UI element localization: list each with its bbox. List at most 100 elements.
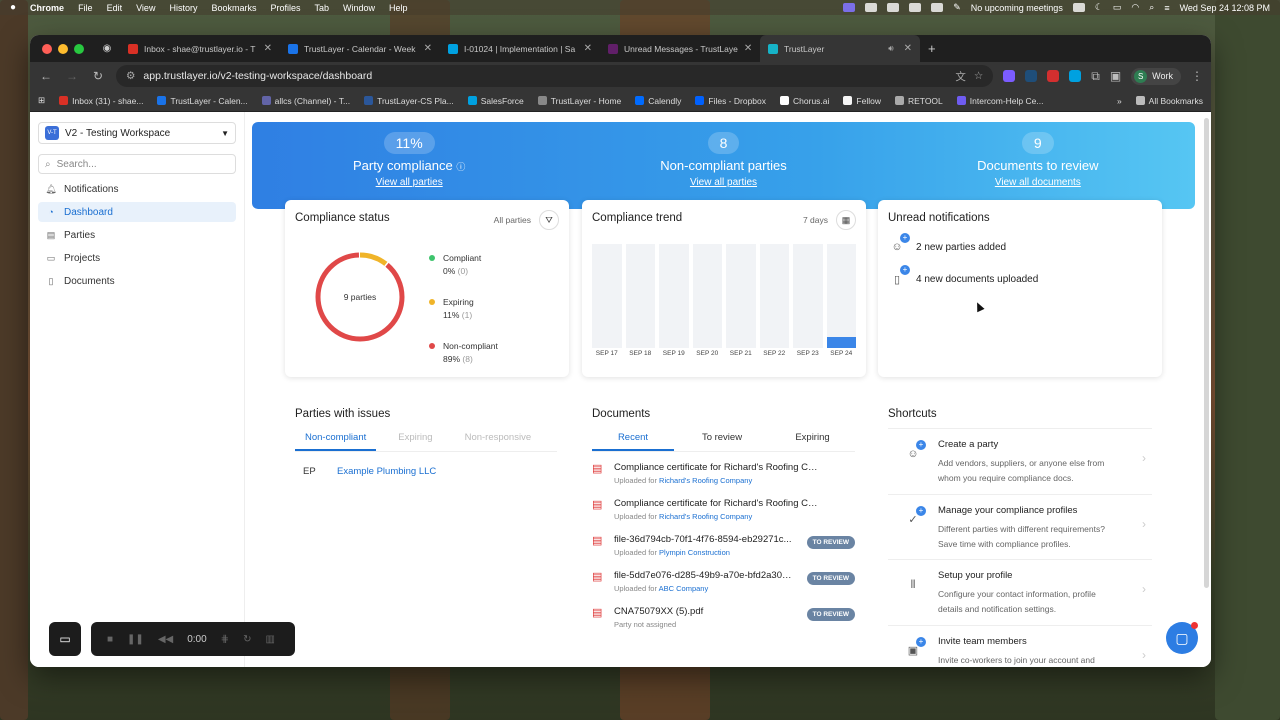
trend-bar-column[interactable] (759, 244, 789, 348)
search-icon[interactable]: ⌕ (1149, 2, 1154, 13)
document-party-link[interactable]: Richard's Roofing Company (659, 512, 752, 521)
workspace-selector[interactable]: V-T V2 - Testing Workspace ▼ (38, 122, 236, 144)
close-tab-icon[interactable]: ✕ (264, 43, 272, 54)
bookmark-item[interactable]: Files - Dropbox (695, 96, 766, 106)
search-input[interactable]: ⌕ Search... (38, 154, 236, 174)
status-app-icon[interactable] (887, 3, 900, 12)
to-review-badge[interactable]: TO REVIEW (806, 608, 855, 621)
menubar-tab[interactable]: Tab (315, 3, 330, 13)
tab-non-compliant[interactable]: Non-compliant (295, 428, 377, 451)
trend-bar-column[interactable] (592, 244, 622, 348)
view-all-parties-link[interactable]: View all parties (252, 177, 566, 188)
screen-record-icon[interactable] (843, 3, 856, 12)
tab-expiring[interactable]: Expiring (770, 428, 855, 451)
shortcut-invite-team[interactable]: ▣ + Invite team members Invite co-workers… (888, 626, 1152, 668)
close-tab-icon[interactable]: ✕ (744, 43, 752, 54)
all-bookmarks[interactable]: All Bookmarks (1135, 96, 1203, 106)
browser-tab[interactable]: TrustLayer - Calendar - Week ✕ (280, 35, 440, 62)
browser-tab[interactable]: Unread Messages - TrustLaye ✕ (600, 35, 760, 62)
meetings-status[interactable]: No upcoming meetings (971, 3, 1063, 13)
trash-icon[interactable]: ▥ (265, 634, 274, 645)
status-app-icon[interactable] (909, 3, 922, 12)
trend-bar-column[interactable] (826, 244, 856, 348)
view-all-parties-link[interactable]: View all parties (566, 177, 880, 188)
document-name[interactable]: file-5dd7e076-d285-49b9-a70e-bfd2a30d... (614, 570, 794, 581)
bookmark-item[interactable]: Intercom-Help Ce... (956, 96, 1043, 106)
menubar-edit[interactable]: Edit (107, 3, 123, 13)
status-app-icon[interactable] (865, 3, 878, 12)
status-app-icon[interactable] (931, 3, 944, 12)
to-review-badge[interactable]: TO REVIEW (806, 572, 855, 585)
tab-non-responsive[interactable]: Non-responsive (455, 428, 542, 451)
bookmark-item[interactable]: allcs (Channel) - T... (261, 96, 350, 106)
restart-icon[interactable]: ↻ (243, 634, 251, 645)
sidebar-item-projects[interactable]: ▭ Projects (38, 248, 236, 268)
document-name[interactable]: file-36d794cb-70f1-4f76-8594-eb29271c... (614, 534, 794, 545)
view-all-documents-link[interactable]: View all documents (881, 177, 1195, 188)
url-text[interactable]: app.trustlayer.io/v2-testing-workspace/d… (143, 70, 372, 82)
extensions-puzzle-icon[interactable]: ⧉ (1091, 69, 1100, 84)
tab-to-review[interactable]: To review (674, 428, 770, 451)
apps-grid-icon[interactable]: ⊞ (38, 95, 45, 106)
shortcut-create-party[interactable]: ☺ + Create a party Add vendors, suppliers… (888, 429, 1152, 495)
sidebar-item-dashboard[interactable]: ◔ Dashboard (38, 202, 236, 222)
menubar-file[interactable]: File (78, 3, 93, 13)
tab-recent[interactable]: Recent (592, 428, 674, 451)
shortcut-setup-profile[interactable]: ⦀ Setup your profile Configure your cont… (888, 560, 1152, 626)
bookmark-item[interactable]: TrustLayer-CS Pla... (364, 96, 454, 106)
camera-button[interactable]: ▭ (49, 622, 81, 656)
site-info-icon[interactable]: ⚙ (126, 70, 135, 82)
address-bar[interactable]: ⚙ app.trustlayer.io/v2-testing-workspace… (116, 65, 994, 87)
notification-item[interactable]: ▯ + 4 new documents uploaded (888, 265, 1152, 288)
profile-button[interactable]: S Work (1131, 67, 1181, 85)
page-scrollbar[interactable] (1204, 118, 1209, 588)
moon-icon[interactable]: ☾ (1095, 2, 1103, 13)
trend-bar-column[interactable] (692, 244, 722, 348)
to-review-badge[interactable]: TO REVIEW (806, 536, 855, 549)
battery-icon[interactable]: ▭ (1113, 2, 1122, 13)
menubar-help[interactable]: Help (389, 3, 408, 13)
bookmark-item[interactable]: Chorus.ai (780, 96, 829, 106)
menubar-view[interactable]: View (136, 3, 155, 13)
extension-icon[interactable] (1003, 70, 1016, 82)
sidebar-item-documents[interactable]: ▯ Documents (38, 271, 236, 291)
menubar-datetime[interactable]: Wed Sep 24 12:08 PM (1180, 3, 1270, 13)
status-app-icon[interactable] (1072, 3, 1085, 12)
document-row[interactable]: ▤ Compliance certificate for Richard's R… (592, 498, 855, 524)
document-name[interactable]: Compliance certificate for Richard's Roo… (614, 462, 819, 473)
menubar-profiles[interactable]: Profiles (270, 3, 300, 13)
document-party-link[interactable]: ABC Company (659, 584, 709, 593)
forward-icon[interactable]: → (64, 69, 80, 83)
bookmark-item[interactable]: Fellow (843, 96, 881, 106)
minimize-window-button[interactable] (58, 43, 68, 54)
intercom-chat-button[interactable]: ▢ (1166, 622, 1198, 654)
range-label[interactable]: 7 days (803, 215, 828, 225)
party-row[interactable]: EP Example Plumbing LLC (295, 466, 557, 477)
speaker-icon[interactable]: 🔊︎ (888, 43, 893, 54)
filter-button[interactable]: ⛛ (539, 210, 559, 230)
rewind-icon[interactable]: ◀◀ (158, 634, 173, 645)
close-tab-icon[interactable]: ✕ (424, 43, 432, 54)
browser-tab[interactable]: Inbox - shae@trustlayer.io - T ✕ (120, 35, 280, 62)
sidebar-item-notifications[interactable]: 🔔︎ Notifications (38, 179, 236, 199)
document-row[interactable]: ▤ file-5dd7e076-d285-49b9-a70e-bfd2a30d.… (592, 570, 855, 596)
back-icon[interactable]: ← (38, 69, 54, 83)
grid-icon[interactable]: ⋕ (221, 634, 229, 645)
menubar-history[interactable]: History (169, 3, 197, 13)
date-range-button[interactable]: ▦ (836, 210, 856, 230)
bookmark-item[interactable]: TrustLayer - Calen... (157, 96, 248, 106)
document-party-link[interactable]: Richard's Roofing Company (659, 476, 752, 485)
close-tab-icon[interactable]: ✕ (584, 43, 592, 54)
reload-icon[interactable]: ↻ (90, 69, 106, 83)
bookmark-item[interactable]: TrustLayer - Home (537, 96, 621, 106)
bookmark-item[interactable]: Calendly (635, 96, 681, 106)
extension-icon[interactable] (1047, 70, 1060, 82)
trend-bar-column[interactable] (659, 244, 689, 348)
kebab-menu-icon[interactable]: ⋮ (1191, 69, 1203, 83)
filter-label[interactable]: All parties (494, 215, 531, 225)
browser-tab-active[interactable]: TrustLayer 🔊︎ ✕ (760, 35, 920, 62)
trend-bar-column[interactable] (726, 244, 756, 348)
bookmark-star-icon[interactable]: ☆ (974, 70, 983, 82)
notification-item[interactable]: ☺ + 2 new parties added (888, 233, 1152, 256)
sidebar-item-parties[interactable]: ▤ Parties (38, 225, 236, 245)
